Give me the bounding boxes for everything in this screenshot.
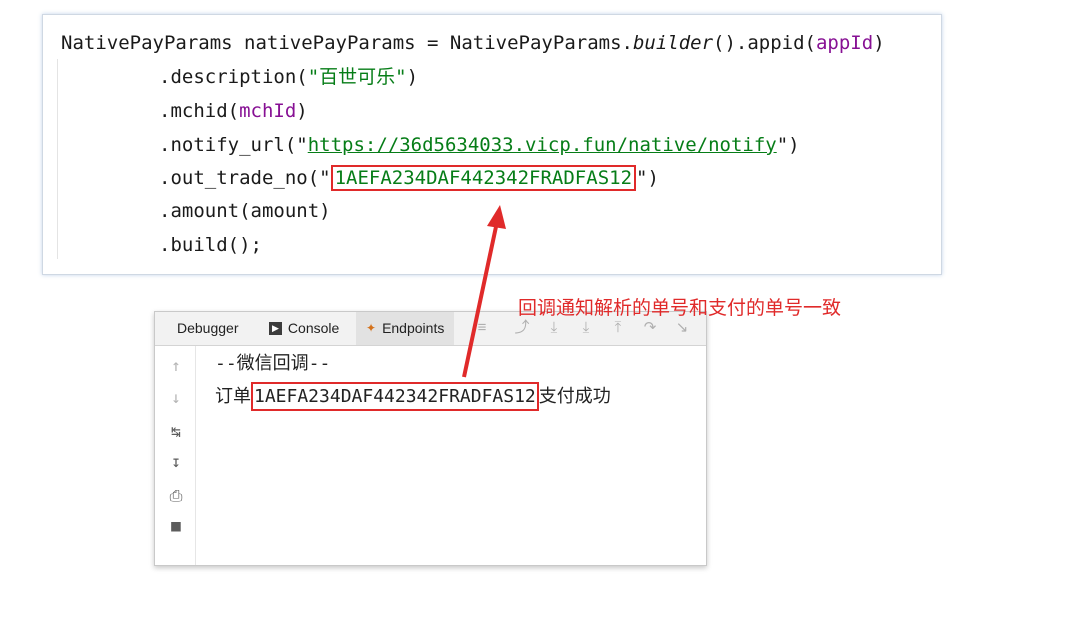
annotation-note: 回调通知解析的单号和支付的单号一致 [518, 297, 842, 319]
